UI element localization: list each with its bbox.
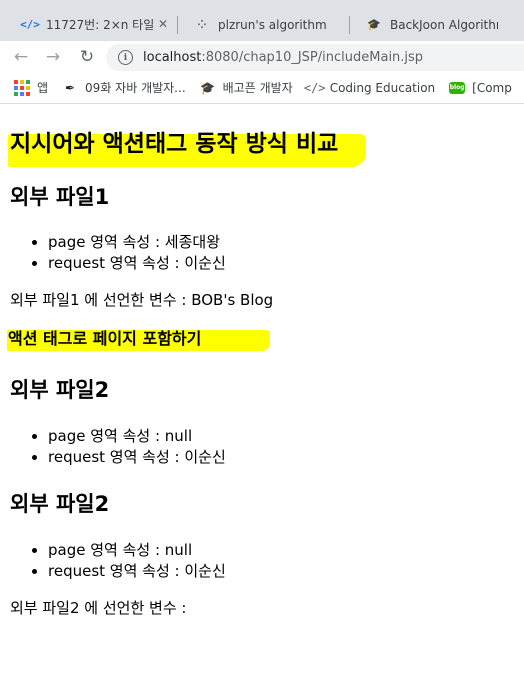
graduation-cap-icon: 🎓	[200, 80, 216, 95]
bookmark-label: [Comp	[472, 80, 512, 95]
info-icon[interactable]: i	[118, 50, 133, 65]
graduation-cap-icon: 🎓	[367, 18, 381, 31]
tab-divider	[349, 16, 350, 34]
code-icon: </>	[303, 80, 326, 95]
tab-backjoon[interactable]: 🎓 BackJoon Algorithm	[352, 8, 524, 41]
tab-plzrun[interactable]: ⁘ plzrun's algorithm	[180, 8, 350, 41]
bookmark-label: 앱	[37, 81, 49, 95]
bookmark-comp[interactable]: blog [Comp	[449, 80, 512, 96]
page-title: 지시어와 액션태그 동작 방식 비교	[10, 131, 339, 157]
bookmark-coding-education[interactable]: </> Coding Education	[303, 80, 436, 96]
bookmark-label: 09화 자바 개발자...	[85, 81, 186, 95]
section3-heading: 외부 파일2	[10, 492, 110, 516]
bookmark-hungry-dev[interactable]: 🎓 배고픈 개발자	[200, 79, 293, 96]
apps-grid-icon	[14, 79, 30, 96]
blog-icon: blog	[449, 80, 466, 96]
list-item: request 영역 속성 : 이순신	[32, 561, 226, 582]
url-host: localhost	[143, 50, 202, 65]
tab-title: 11727번: 2×n 타일	[46, 18, 154, 32]
list-item: page 영역 속성 : 세종대왕	[32, 232, 226, 253]
address-bar[interactable]: i localhost:8080/chap10_JSP/includeMain.…	[106, 44, 524, 71]
tab-11727[interactable]: </> 11727번: 2×n 타일 ✕	[8, 8, 178, 41]
back-arrow-icon[interactable]: ←	[8, 44, 34, 70]
action-title: 액션 태그로 페이지 포함하기	[8, 329, 202, 348]
tab-title: BackJoon Algorithm	[390, 17, 498, 32]
list-item: page 영역 속성 : null	[32, 540, 226, 561]
section1-note: 외부 파일1 에 선언한 변수 : BOB's Blog	[10, 291, 274, 309]
bookmark-java-dev[interactable]: ✒ 09화 자바 개발자...	[62, 79, 186, 96]
tab-strip: </> 11727번: 2×n 타일 ✕ ⁘ plzrun's algorith…	[0, 0, 524, 41]
bookmark-label: Coding Education	[329, 80, 436, 95]
section1-list: page 영역 속성 : 세종대왕 request 영역 속성 : 이순신	[32, 232, 226, 274]
dots-icon: ⁘	[197, 18, 207, 31]
section3-list: page 영역 속성 : null request 영역 속성 : 이순신	[32, 540, 226, 582]
close-icon[interactable]: ✕	[158, 17, 168, 31]
bookmarks-bar: 앱 ✒ 09화 자바 개발자... 🎓 배고픈 개발자 </> Coding E…	[0, 72, 524, 104]
browser-toolbar: ← → ↻ i localhost:8080/chap10_JSP/includ…	[0, 41, 524, 72]
code-bracket-icon: </>	[20, 18, 40, 31]
section3-note: 외부 파일2 에 선언한 변수 :	[10, 599, 187, 617]
bookmark-apps[interactable]: 앱	[14, 79, 48, 96]
list-item: request 영역 속성 : 이순신	[32, 253, 226, 274]
reload-icon[interactable]: ↻	[74, 44, 100, 70]
pen-icon: ✒	[65, 80, 76, 95]
tab-divider	[177, 16, 178, 34]
bookmark-label: 배고픈 개발자	[222, 81, 293, 95]
url-path: :8080/chap10_JSP/includeMain.jsp	[201, 50, 424, 65]
list-item: request 영역 속성 : 이순신	[32, 447, 226, 468]
section1-heading: 외부 파일1	[10, 185, 110, 209]
list-item: page 영역 속성 : null	[32, 426, 226, 447]
section2-heading: 외부 파일2	[10, 378, 110, 402]
tab-title: plzrun's algorithm	[218, 17, 326, 32]
section2-list: page 영역 속성 : null request 영역 속성 : 이순신	[32, 426, 226, 468]
forward-arrow-icon[interactable]: →	[40, 44, 66, 70]
